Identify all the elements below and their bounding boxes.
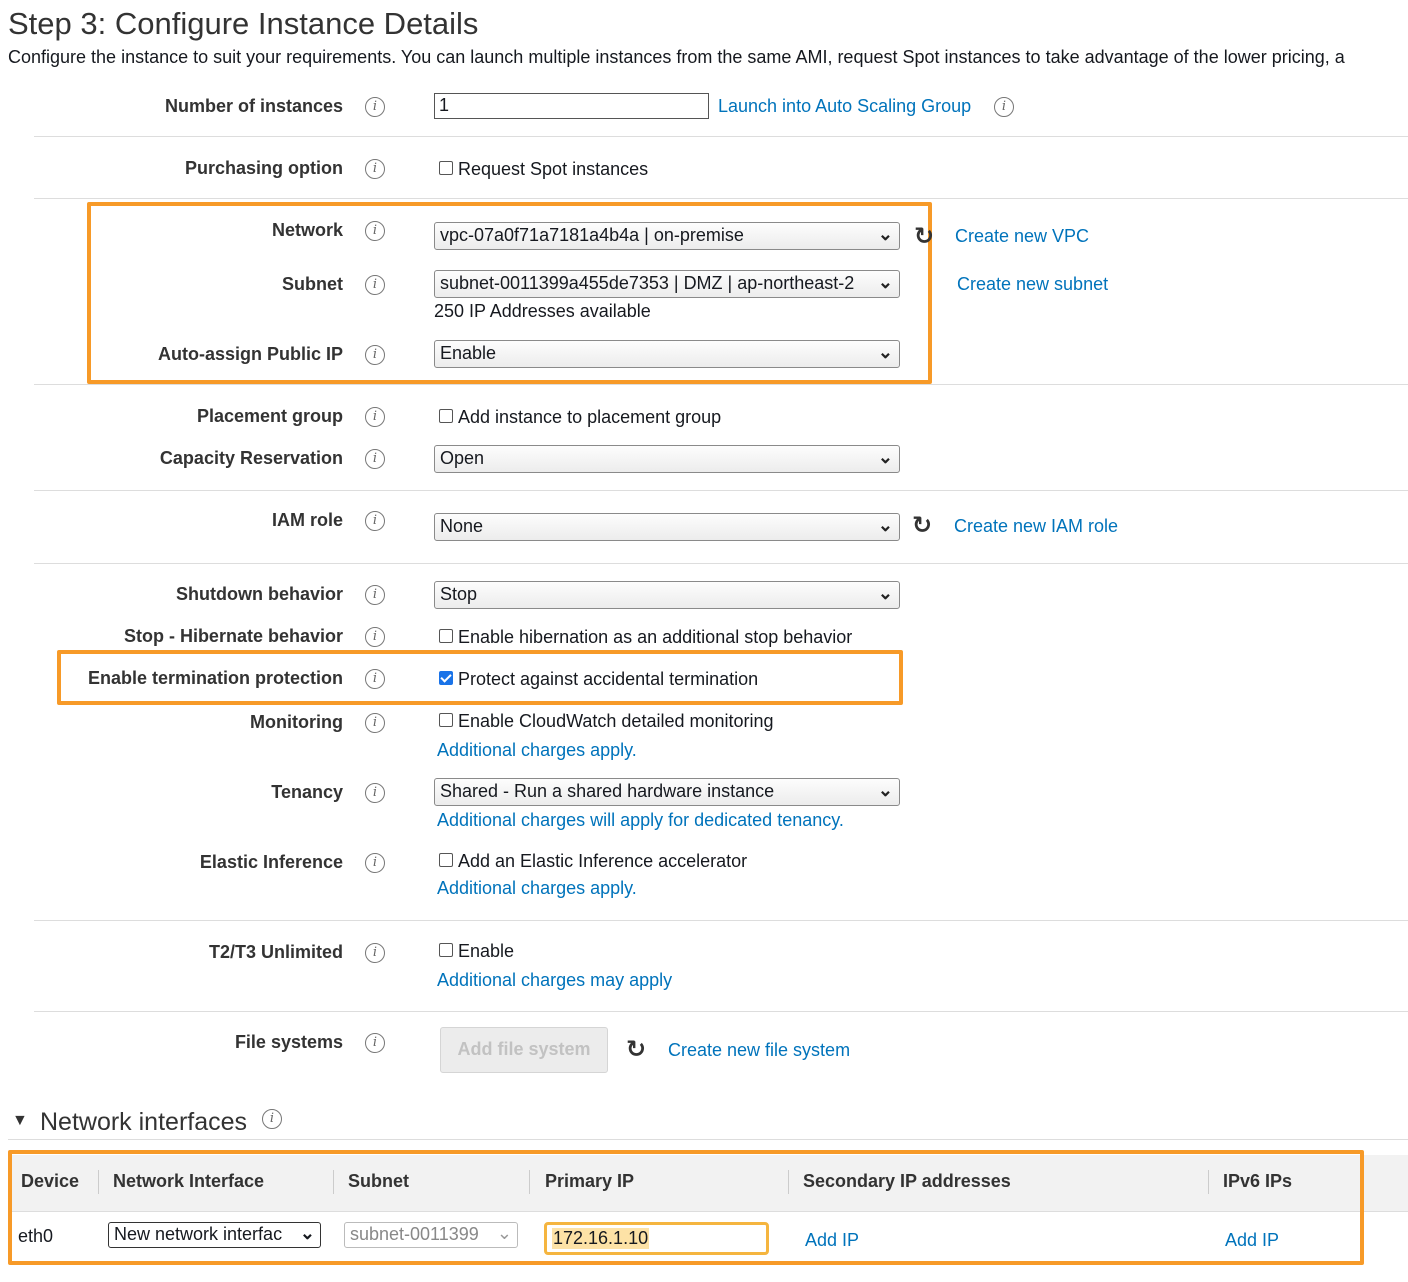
chevron-down-icon: ⌄ [877,780,893,800]
public-ip-label: Auto-assign Public IP [157,344,343,364]
chevron-down-icon: ⌄ [877,583,893,603]
elastic-checkbox[interactable] [439,853,453,867]
collapse-triangle-icon[interactable]: ▼ [12,1112,28,1130]
termination-label: Enable termination protection [87,668,343,688]
tenancy-charges-link[interactable]: Additional charges will apply for dedica… [437,810,844,831]
shutdown-select[interactable]: Stop ⌄ [434,581,900,609]
create-file-system-link[interactable]: Create new file system [668,1040,850,1061]
tenancy-label: Tenancy [271,782,343,802]
iam-label: IAM role [271,510,343,530]
network-interfaces-highlight-box [8,1150,1364,1265]
network-select[interactable]: vpc-07a0f71a7181a4b4a | on-premise ⌄ [434,222,900,250]
elastic-checkbox-label: Add an Elastic Inference accelerator [458,851,748,871]
public-ip-select[interactable]: Enable ⌄ [434,340,900,368]
info-icon[interactable]: i [365,669,385,689]
unlimited-checkbox-label: Enable [458,941,515,961]
refresh-icon[interactable]: ↻ [912,511,932,539]
info-icon[interactable]: i [365,275,385,295]
subnet-ip-available: 250 IP Addresses available [434,301,651,321]
divider [34,136,1408,137]
divider [34,563,1408,564]
info-icon[interactable]: i [262,1109,282,1129]
iam-select-value: None [440,516,484,536]
termination-checkbox-label: Protect against accidental termination [458,669,759,689]
info-icon[interactable]: i [365,627,385,647]
placement-label: Placement group [196,406,343,426]
unlimited-label: T2/T3 Unlimited [208,942,343,962]
create-iam-link[interactable]: Create new IAM role [954,516,1118,537]
monitoring-checkbox-label: Enable CloudWatch detailed monitoring [458,711,774,731]
elastic-charges-link[interactable]: Additional charges apply. [437,878,637,899]
chevron-down-icon: ⌄ [877,515,893,535]
info-icon[interactable]: i [365,511,385,531]
info-icon[interactable]: i [365,943,385,963]
divider [34,1011,1408,1012]
monitoring-charges-link[interactable]: Additional charges apply. [437,740,637,761]
purchasing-label: Purchasing option [184,158,343,178]
info-icon[interactable]: i [365,221,385,241]
info-icon[interactable]: i [365,345,385,365]
network-select-value: vpc-07a0f71a7181a4b4a | on-premise [440,225,744,245]
hibernate-label: Stop - Hibernate behavior [123,626,343,646]
chevron-down-icon: ⌄ [877,342,893,362]
create-subnet-link[interactable]: Create new subnet [957,274,1108,295]
auto-scaling-link[interactable]: Launch into Auto Scaling Group [718,96,971,117]
filesystems-label: File systems [234,1032,343,1052]
create-vpc-link[interactable]: Create new VPC [955,226,1089,247]
shutdown-label: Shutdown behavior [175,584,343,604]
unlimited-charges-link[interactable]: Additional charges may apply [437,970,672,991]
iam-select[interactable]: None ⌄ [434,513,900,541]
info-icon[interactable]: i [365,585,385,605]
divider [34,384,1408,385]
subnet-select-value: subnet-0011399a455de7353 | DMZ | ap-nort… [440,273,855,293]
network-interfaces-title: Network interfaces [40,1108,248,1136]
divider [8,1139,1408,1140]
tenancy-select-value: Shared - Run a shared hardware instance [440,781,775,801]
refresh-icon[interactable]: ↻ [914,222,934,250]
info-icon[interactable]: i [365,783,385,803]
tenancy-select[interactable]: Shared - Run a shared hardware instance ⌄ [434,778,900,806]
hibernate-checkbox[interactable] [439,629,453,643]
divider [34,198,1408,199]
info-icon[interactable]: i [365,853,385,873]
capacity-select-value: Open [440,448,485,468]
capacity-label: Capacity Reservation [159,448,343,468]
divider [34,490,1408,491]
divider [34,920,1408,921]
monitoring-checkbox[interactable] [439,713,453,727]
instances-label: Number of instances [164,96,343,116]
placement-checkbox[interactable] [439,409,453,423]
info-icon[interactable]: i [365,159,385,179]
info-icon[interactable]: i [365,1033,385,1053]
chevron-down-icon: ⌄ [877,224,893,244]
instances-input[interactable]: 1 [434,93,709,119]
monitoring-label: Monitoring [250,712,343,732]
info-icon[interactable]: i [365,407,385,427]
spot-checkbox[interactable] [439,161,453,175]
page-description: Configure the instance to suit your requ… [8,47,1345,67]
add-file-system-button[interactable]: Add file system [440,1027,608,1073]
hibernate-checkbox-label: Enable hibernation as an additional stop… [458,627,853,647]
page-title: Step 3: Configure Instance Details [8,6,479,41]
info-icon[interactable]: i [365,97,385,117]
info-icon[interactable]: i [994,97,1014,117]
unlimited-checkbox[interactable] [439,943,453,957]
termination-checkbox[interactable] [439,671,453,685]
elastic-label: Elastic Inference [199,852,343,872]
info-icon[interactable]: i [365,449,385,469]
info-icon[interactable]: i [365,713,385,733]
placement-checkbox-label: Add instance to placement group [458,407,722,427]
capacity-select[interactable]: Open ⌄ [434,445,900,473]
spot-checkbox-label: Request Spot instances [458,159,649,179]
network-label: Network [271,220,343,240]
refresh-icon[interactable]: ↻ [626,1035,646,1063]
chevron-down-icon: ⌄ [877,272,893,292]
subnet-select[interactable]: subnet-0011399a455de7353 | DMZ | ap-nort… [434,270,900,298]
subnet-label: Subnet [282,274,343,294]
public-ip-select-value: Enable [440,343,497,363]
shutdown-select-value: Stop [440,584,478,604]
chevron-down-icon: ⌄ [877,447,893,467]
